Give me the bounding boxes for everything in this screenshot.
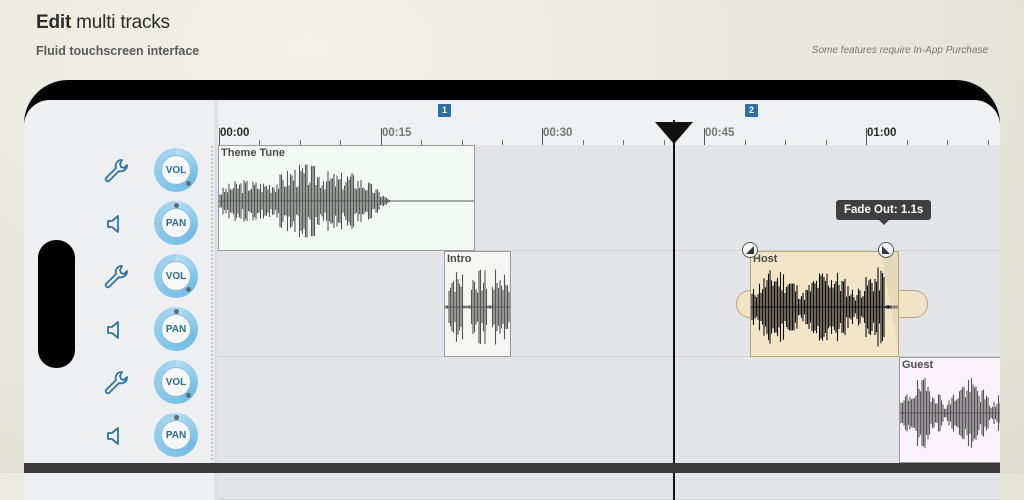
knob-label: PAN (161, 314, 191, 344)
timeline[interactable]: 1 2 00:00 00:15 00:30 00:45 01:00 Theme … (218, 100, 1000, 500)
speaker-icon[interactable] (102, 210, 130, 238)
pan-knob[interactable]: PAN (154, 201, 198, 245)
volume-knob[interactable]: VOL (154, 360, 198, 404)
knob-label: PAN (161, 420, 191, 450)
ruler-label: 00:45 (705, 127, 735, 139)
fade-in-handle[interactable] (742, 242, 758, 258)
volume-knob[interactable]: VOL (154, 148, 198, 192)
device-notch (38, 240, 75, 368)
bottom-toolbar (24, 463, 1000, 473)
ruler-label: 00:30 (543, 127, 573, 139)
clip-label: Theme Tune (221, 147, 285, 159)
waveform (445, 269, 510, 345)
iap-notice: Some features require In-App Purchase (811, 45, 988, 56)
promo-subtitle: Fluid touchscreen interface (36, 44, 200, 58)
ruler-label: 01:00 (867, 127, 897, 139)
speaker-icon[interactable] (102, 316, 130, 344)
volume-knob[interactable]: VOL (154, 254, 198, 298)
wrench-icon[interactable] (102, 369, 130, 397)
waveform (219, 164, 474, 238)
clip-label: Guest (902, 359, 934, 371)
speaker-icon[interactable] (102, 422, 130, 450)
device-frame: VOL PAN VOL PAN VOL PAN 1 2 00:00 00:15 … (24, 80, 1000, 500)
time-ruler[interactable]: 1 2 00:00 00:15 00:30 00:45 01:00 (218, 100, 1000, 145)
clip-intro[interactable]: Intro (444, 251, 511, 357)
ruler-label: 00:00 (220, 127, 250, 139)
marker-2[interactable]: 2 (745, 104, 758, 117)
right-trim-handle[interactable] (898, 290, 928, 318)
clip-host[interactable]: Host (750, 251, 899, 357)
pan-knob[interactable]: PAN (154, 307, 198, 351)
playhead[interactable] (673, 120, 675, 500)
ruler-label: 00:15 (382, 127, 412, 139)
promo-title: Edit multi tracks (36, 12, 170, 33)
clip-label: Intro (447, 253, 472, 265)
clip-guest[interactable]: Guest (899, 357, 1000, 463)
fade-out-ramp (881, 252, 898, 347)
track-lane-3[interactable] (218, 357, 1000, 500)
wrench-icon[interactable] (102, 157, 130, 185)
fade-out-handle[interactable] (878, 242, 894, 258)
track-controls-panel: VOL PAN VOL PAN VOL PAN (24, 100, 214, 500)
knob-label: PAN (161, 208, 191, 238)
panel-resize-grip[interactable] (210, 145, 214, 465)
app-screen: VOL PAN VOL PAN VOL PAN 1 2 00:00 00:15 … (24, 100, 1000, 500)
clip-theme-tune[interactable]: Theme Tune (218, 145, 475, 251)
waveform (900, 377, 1000, 449)
pan-knob[interactable]: PAN (154, 413, 198, 457)
wrench-icon[interactable] (102, 263, 130, 291)
fade-out-tooltip: Fade Out: 1.1s (836, 200, 932, 225)
playhead-handle[interactable] (655, 122, 693, 144)
marker-1[interactable]: 1 (438, 104, 451, 117)
